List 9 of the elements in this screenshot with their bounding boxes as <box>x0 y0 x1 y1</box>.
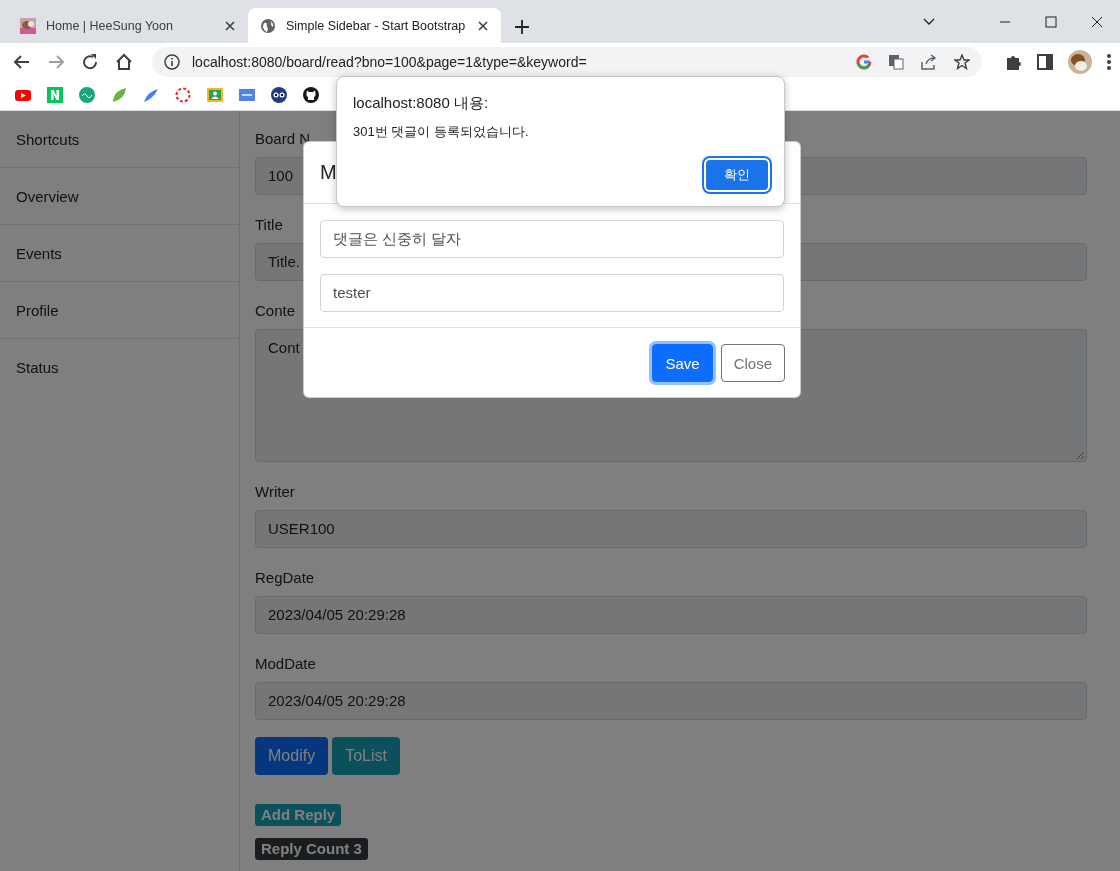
field-label: ModDate <box>255 654 316 674</box>
count-badge: Reply Count 3 <box>255 838 368 860</box>
field-label: Writer <box>255 482 295 502</box>
alert-title: localhost:8080 내용: <box>353 94 490 113</box>
alert-message: 301번 댓글이 등록되었습니다. <box>353 123 530 141</box>
field-label: Title <box>255 215 283 235</box>
field-label: RegDate <box>255 568 315 588</box>
modal-title: M <box>320 161 337 184</box>
field-label: Conte <box>255 301 296 321</box>
